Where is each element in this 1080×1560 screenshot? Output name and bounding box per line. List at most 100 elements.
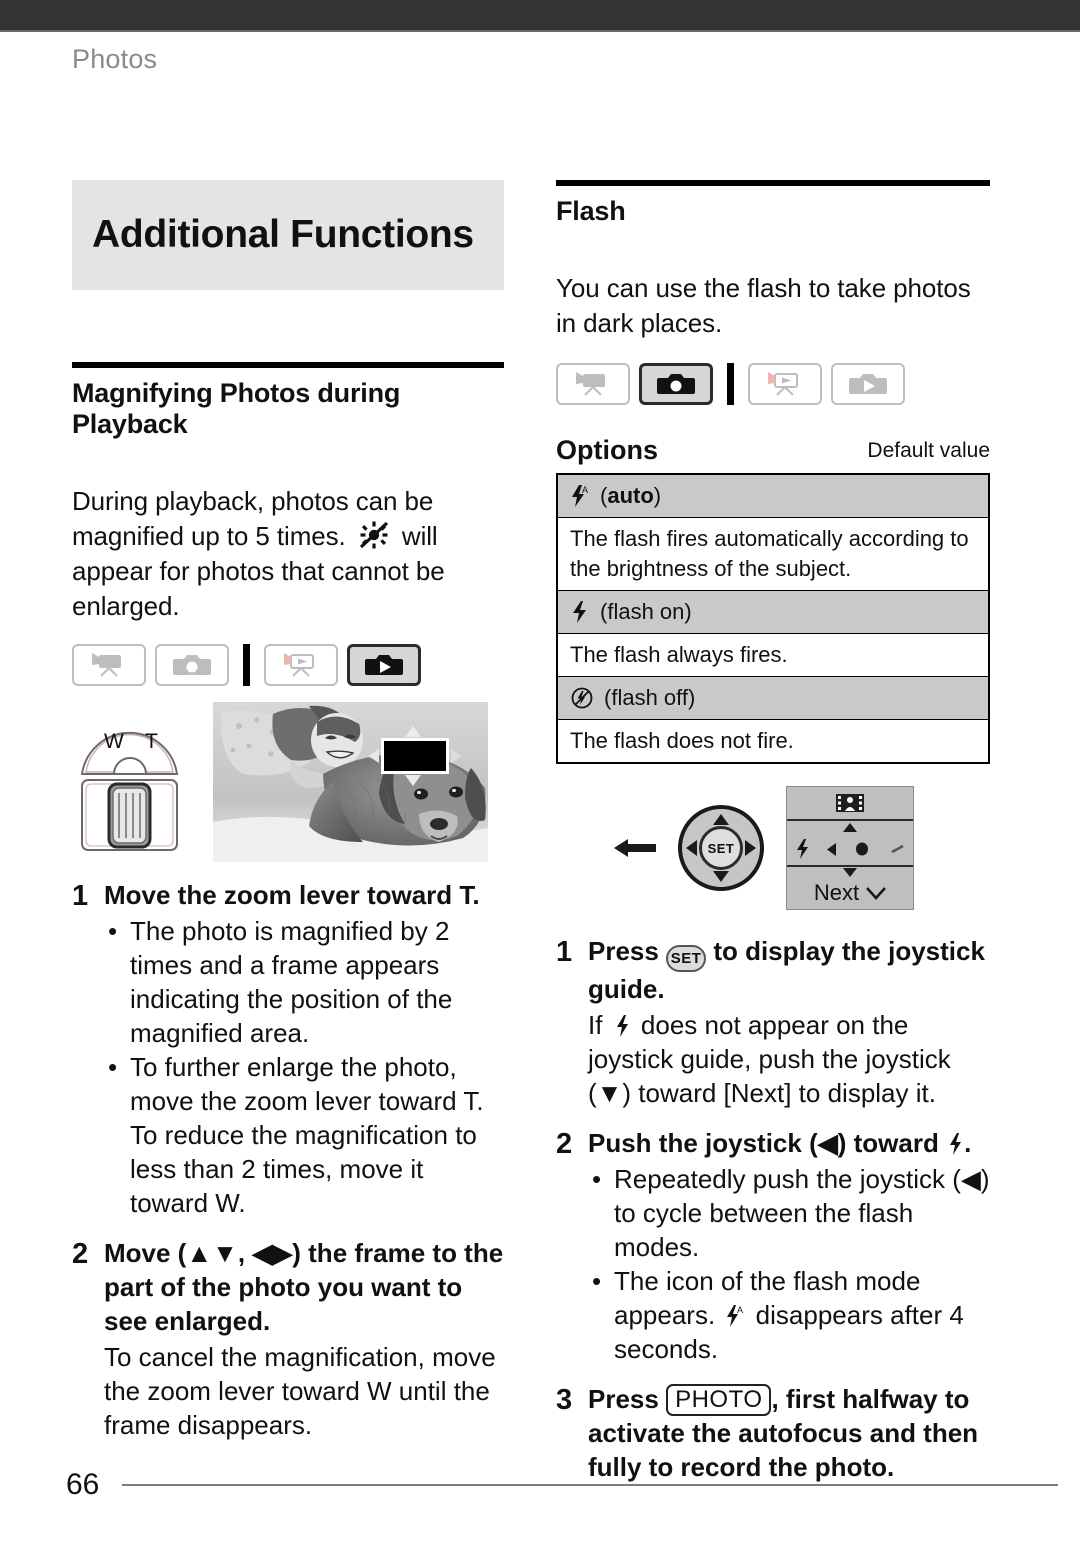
mode-button-camera-record[interactable] [155, 644, 229, 686]
flash-on-icon [570, 600, 590, 624]
joystick-right-arrow-icon [745, 840, 756, 856]
left-arrow-icon: ◀ [817, 1128, 838, 1158]
step-1r-note: If does not appear on the joystick guide… [588, 1008, 990, 1110]
step-2-note: To cancel the magnification, move the zo… [104, 1342, 496, 1440]
step-2r-title-part3: . [964, 1128, 972, 1158]
section-title-flash: Flash [556, 196, 626, 226]
step-1r-title-part1: Press [588, 936, 659, 966]
left-pointer-arrow-icon [614, 837, 656, 859]
flash-options-table: A (auto) The flash fires automatically a… [556, 473, 990, 764]
joystick-guide-illustration: SET Next [614, 786, 990, 910]
option-label-auto: (auto) [600, 483, 662, 508]
table-row: (flash off) [556, 676, 990, 720]
mode-button-camcorder-record[interactable] [72, 644, 146, 686]
step-1r-note-part3: ) toward [Next] to display it. [622, 1078, 936, 1108]
step-2-number: 2 [72, 1238, 89, 1270]
mode-button-camcorder-playback[interactable] [264, 644, 338, 686]
step-2-title-part2: , [237, 1238, 253, 1268]
step-1r-note-part1: If [588, 1010, 603, 1040]
running-head: Photos [72, 44, 158, 74]
step-1-number: 1 [72, 880, 89, 912]
flash-intro-paragraph: You can use the flash to take photos in … [556, 273, 971, 338]
joystick-dial[interactable]: SET [678, 805, 764, 891]
mode-button-camcorder-playback[interactable] [748, 363, 822, 405]
step-1-bullets: The photo is magnified by 2 times and a … [104, 914, 504, 1220]
down-arrow-icon: ▼ [596, 1078, 623, 1108]
mode-icon-row-right [556, 363, 990, 405]
flash-icon [948, 1133, 962, 1155]
list-item: The icon of the flash mode appears. A di… [588, 1264, 990, 1366]
step-1-title: Move the zoom lever toward T. [104, 880, 480, 910]
right-column: Flash You can use the flash to take phot… [556, 180, 990, 1484]
step-1-right: 1 Press SET to display the joystick guid… [556, 934, 990, 1110]
top-bar-edge [0, 30, 1080, 32]
step-2-right: 2 Push the joystick (◀) toward . Repeate… [556, 1126, 990, 1366]
updown-arrows-icon: ▲▼ [186, 1238, 238, 1268]
set-button-glyph: SET [666, 945, 707, 972]
guide-next-label: Next [813, 880, 860, 905]
step-2r-number: 2 [556, 1128, 573, 1160]
chevron-down-icon [866, 886, 887, 900]
step-3r-title: Press PHOTO, first halfway to activate t… [588, 1382, 990, 1484]
left-column: Additional Functions Magnifying Photos d… [72, 180, 504, 1442]
flash-auto-icon: A [725, 1305, 745, 1327]
no-magnify-icon [359, 520, 389, 550]
option-name-cell-flash-on: (flash on) [556, 590, 990, 634]
step-2r-title: Push the joystick (◀) toward . [588, 1126, 990, 1160]
magnifying-illustration: W T [72, 702, 504, 862]
onscreen-joystick-guide-panel: Next [786, 786, 914, 910]
flash-icon [615, 1015, 629, 1037]
table-row: The flash fires automatically according … [556, 517, 990, 591]
table-row: The flash does not fire. [556, 719, 990, 764]
guide-right-tick-icon [891, 844, 905, 854]
option-desc-flash-off: The flash does not fire. [556, 719, 990, 764]
options-title: Options [556, 435, 658, 465]
svg-text:W: W [104, 730, 124, 753]
guide-center-dot-icon [855, 841, 873, 857]
svg-text:T: T [145, 730, 158, 753]
guide-row-middle [787, 833, 913, 867]
zoom-lever-illustration: W T [72, 702, 187, 854]
flash-icon [795, 839, 809, 859]
joystick-left-arrow-icon [686, 840, 697, 856]
guide-up-arrow-row [787, 821, 913, 833]
mode-separator [243, 644, 250, 686]
list-item: To further enlarge the photo, move the z… [104, 1050, 504, 1220]
guide-row-next: Next [787, 877, 913, 909]
step-1r-number: 1 [556, 936, 573, 968]
set-button-center[interactable]: SET [699, 826, 743, 870]
chapter-title: Additional Functions [92, 213, 474, 256]
option-name-cell-auto: A (auto) [556, 473, 990, 518]
option-desc-flash-on: The flash always fires. [556, 633, 990, 677]
flash-auto-icon: A [570, 484, 590, 508]
table-row: A (auto) [556, 473, 990, 518]
section-magnifying: Magnifying Photos during Playback During… [72, 362, 504, 1442]
footer-rule [122, 1484, 1058, 1486]
photo-button-glyph: PHOTO [666, 1384, 772, 1416]
mode-icon-row-left [72, 644, 504, 686]
mode-button-camcorder-record[interactable] [556, 363, 630, 405]
mode-button-camera-playback[interactable] [831, 363, 905, 405]
step-2r-title-part2: ) toward [837, 1128, 939, 1158]
chapter-title-block: Additional Functions [72, 180, 504, 290]
guide-down-arrow-row [787, 867, 913, 877]
step-3-right: 3 Press PHOTO, first halfway to activate… [556, 1382, 990, 1484]
page-number: 66 [66, 1468, 100, 1501]
table-row: The flash always fires. [556, 633, 990, 677]
svg-text:A: A [582, 485, 588, 495]
step-2r-title-part1: Push the joystick ( [588, 1128, 818, 1158]
section-title-magnifying: Magnifying Photos during Playback [72, 378, 401, 439]
table-row: (flash on) [556, 590, 990, 634]
mode-button-camera-playback[interactable] [347, 644, 421, 686]
mode-button-camera-record[interactable] [639, 363, 713, 405]
option-label-flash-off: (flash off) [604, 685, 696, 710]
step-1-left: 1 Move the zoom lever toward T. The phot… [72, 878, 504, 1220]
section-rule-flash [556, 180, 990, 186]
mode-separator [727, 363, 734, 405]
step-3r-title-part1: Press [588, 1384, 659, 1414]
film-strip-icon [836, 793, 864, 813]
step-2-title: Move (▲▼, ◀▶) the frame to the part of t… [104, 1236, 504, 1338]
option-name-cell-flash-off: (flash off) [556, 676, 990, 720]
options-header: Options Default value [556, 435, 990, 466]
option-label-flash-on: (flash on) [600, 599, 692, 624]
